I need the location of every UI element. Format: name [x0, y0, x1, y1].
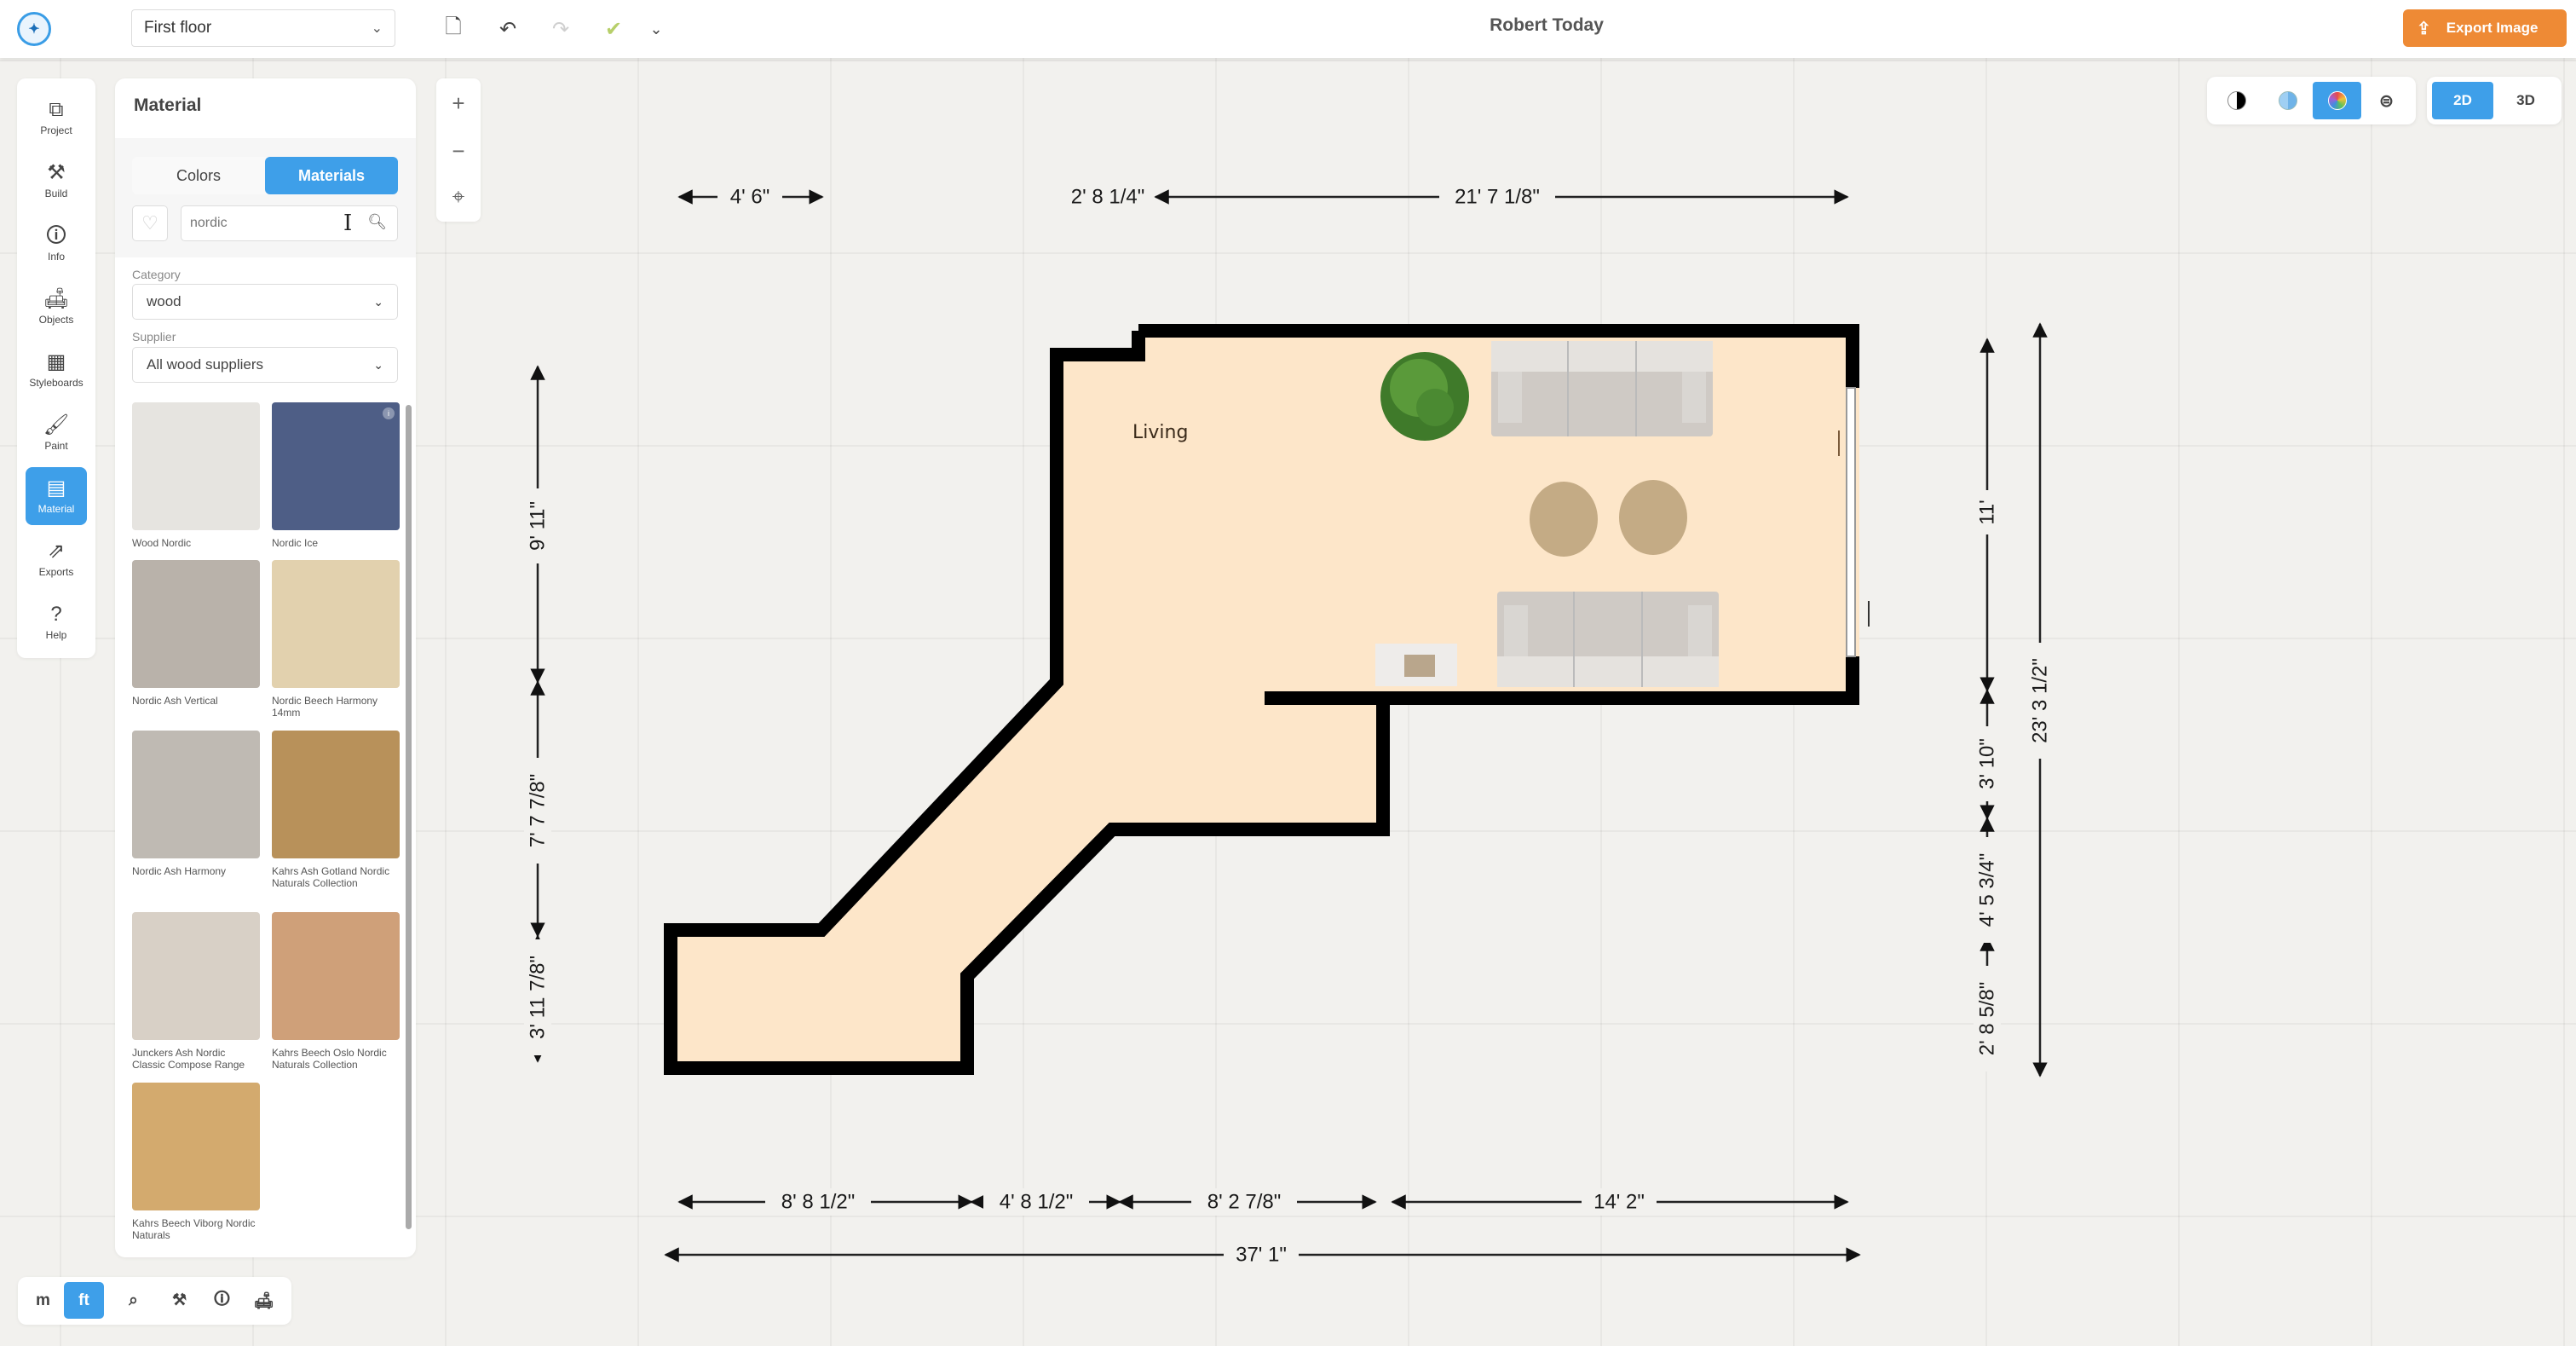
dimension-label[interactable]: 4' 5 3/4": [1976, 853, 1999, 927]
dimension-label[interactable]: 4' 8 1/2": [1000, 1191, 1074, 1214]
dimension-label[interactable]: 2' 8 1/4": [1071, 186, 1145, 209]
dimension-label[interactable]: 3' 10": [1976, 738, 1999, 789]
window[interactable]: [1846, 387, 1856, 657]
dimension-label[interactable]: 14' 2": [1593, 1191, 1645, 1214]
export-image-button[interactable]: ⇪ Export Image: [2403, 9, 2567, 47]
export-image-label: Export Image: [2446, 20, 2539, 36]
side-table[interactable]: [1375, 644, 1457, 686]
sofa-top[interactable]: [1491, 341, 1713, 436]
save-options-chevron-icon[interactable]: ⌄: [639, 12, 673, 46]
dimension-label[interactable]: 9' 11": [527, 501, 550, 551]
dimension-label[interactable]: 8' 2 7/8": [1207, 1191, 1282, 1214]
dimension-label[interactable]: 8' 8 1/2": [781, 1191, 856, 1214]
dimension-label[interactable]: 2' 8 5/8": [1976, 982, 1999, 1056]
dimension-label[interactable]: 11': [1976, 500, 1999, 525]
dimension-label[interactable]: 37' 1": [1236, 1244, 1287, 1267]
dimension-label[interactable]: 4' 6": [730, 186, 769, 209]
ottoman[interactable]: [1619, 480, 1687, 555]
redo-icon[interactable]: ↷: [544, 12, 578, 46]
floor-select-value: First floor: [144, 19, 212, 37]
dimension-label[interactable]: 23' 3 1/2": [2029, 658, 2052, 743]
new-page-icon[interactable]: 🗋: [436, 12, 470, 46]
floor-select[interactable]: First floor ⌄: [131, 9, 395, 47]
dimension-label[interactable]: 3' 11 7/8": [527, 956, 550, 1039]
ottoman[interactable]: [1530, 482, 1598, 557]
export-icon: ⇪: [2417, 19, 2431, 38]
dimension-label[interactable]: 21' 7 1/8": [1455, 186, 1540, 209]
save-status-icon[interactable]: ✔: [596, 12, 631, 46]
dimension-label[interactable]: 7' 7 7/8": [527, 774, 550, 848]
project-title[interactable]: Robert Today: [1449, 15, 1645, 36]
chevron-down-icon: ⌄: [371, 21, 383, 36]
undo-icon[interactable]: ↶: [491, 12, 525, 46]
planner-logo-icon[interactable]: ✦: [17, 12, 51, 46]
top-bar: ✦ First floor ⌄ 🗋 ↶ ↷ ✔ ⌄ Robert Today ⇪…: [0, 0, 2576, 58]
floor-plan-canvas[interactable]: Living 4' 6" 21' 7 1/8" 2' 8 1/4" 8' 8 1/2"…: [0, 0, 2576, 1346]
room-label[interactable]: Living: [1132, 422, 1188, 443]
plant[interactable]: [1380, 352, 1469, 441]
sofa-bottom[interactable]: [1497, 592, 1719, 687]
